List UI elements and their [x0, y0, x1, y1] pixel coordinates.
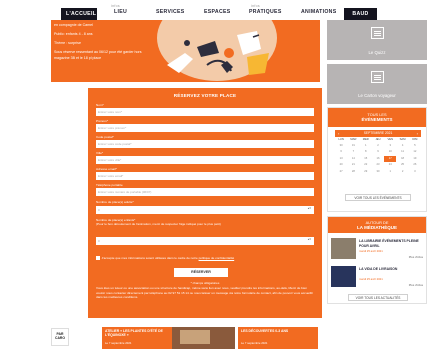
next-month-icon[interactable]: › [417, 130, 418, 137]
partner-logo: PAR CARO [51, 328, 69, 346]
media-heading-line2: LA MÉDIATHÈQUE [357, 225, 397, 230]
media-heading: AUTOUR DE LA MÉDIATHÈQUE [328, 217, 426, 233]
related-event-title: LES DÉCOUVERTES 0-3 ANS [241, 329, 289, 333]
events-widget: TOUS LES ÉVÉNEMENTS ‹ SEPTEMBRE 2021 › L… [327, 107, 427, 212]
adult-seats-label: Nombre de place(s) adulte* [96, 200, 134, 204]
privacy-policy-link[interactable]: politique de confidentialité [199, 256, 235, 260]
calendar-day[interactable]: 28 [347, 169, 359, 176]
required-note: * champs obligatoires [190, 281, 220, 285]
event-line: Thème : surprise [54, 41, 81, 45]
child-seats-stepper[interactable]: 0 [96, 237, 314, 245]
media-item-more-link[interactable]: Plus d'infos [409, 283, 423, 287]
calendar-header: ‹ SEPTEMBRE 2021 › [335, 130, 421, 137]
media-item-title: LA LIBRAIRIE ÉVÉNEMENTS PLEINE POUR AVRI… [359, 239, 419, 248]
events-heading-line2: ÉVÉNEMENTS [361, 117, 393, 122]
related-event-card[interactable]: LES DÉCOUVERTES 0-3 ANS Le 7 septembre 2… [238, 327, 318, 349]
quizz-label: Le Quizz [368, 50, 386, 55]
nav-accueil[interactable]: L'ACCUEIL [61, 8, 97, 20]
media-thumbnail [331, 266, 356, 287]
related-event-image[interactable] [172, 327, 235, 349]
calendar-day[interactable]: 1 [384, 169, 396, 176]
reservation-form: RÉSERVEZ VOTRE PLACE Nom* Entrez votre n… [88, 88, 322, 318]
phone-label: Téléphone portable [96, 183, 123, 187]
related-event-title: ATELIER « LES PLANTES D'ÉTÉ DE L'ÉQUINOX… [105, 329, 163, 338]
carton-label: Le Carton voyageur [358, 93, 396, 98]
media-widget: AUTOUR DE LA MÉDIATHÈQUE LA LIBRAIRIE ÉV… [327, 216, 427, 304]
quizz-icon [371, 27, 384, 39]
calendar-grid: LUN MAR MER JEU VEN SAM DIM 30 31 1 2 3 4 5 6 7 8 9 10 11 12… [335, 137, 421, 175]
consent-text: J'accepte que mes informations soient ut… [101, 256, 199, 260]
all-events-button[interactable]: VOIR TOUS LES ÉVÉNEMENTS [345, 194, 411, 201]
media-item-title: LA VIDA DE LIVRAISON [359, 267, 398, 271]
event-line: Sous réserve ressentant au 06/12 pour ét… [54, 50, 142, 60]
events-heading: TOUS LES ÉVÉNEMENTS [328, 108, 426, 127]
nav-espaces[interactable]: ESPACES [204, 9, 231, 15]
phone-input[interactable]: Entrez votre numéro de portable (06/07) [96, 188, 314, 196]
postal-code-label: Code postal* [96, 135, 114, 139]
calendar-day[interactable]: 3 [409, 169, 421, 176]
first-name-input[interactable]: Entrez votre prénom* [96, 124, 314, 132]
calendar-month: SEPTEMBRE 2021 [363, 131, 393, 135]
form-title: RÉSERVEZ VOTRE PLACE [173, 93, 237, 98]
consent-checkbox[interactable] [96, 256, 100, 260]
calendar-day[interactable]: 29 [360, 169, 372, 176]
consent-checkbox-row[interactable]: J'accepte que mes informations soient ut… [96, 256, 234, 260]
all-news-button[interactable]: VOIR TOUS LES ACTUALITÉS [348, 294, 408, 301]
reserve-button[interactable]: RÉSERVER [174, 268, 228, 277]
nav-pratiques-label: PRATIQUES [249, 9, 282, 15]
event-info: en compagnie de Camel Public: enfants 4 … [54, 22, 154, 64]
nav-baud[interactable]: BAUD [344, 8, 377, 20]
nav-animations[interactable]: ANIMATIONS [301, 9, 336, 15]
illustration-art [167, 31, 269, 75]
nav-pratiques[interactable]: infos PRATIQUES [249, 4, 282, 15]
adult-seats-stepper[interactable]: 0 [96, 206, 314, 214]
main-nav: L'ACCUEIL infos LIEU SERVICES ESPACES inf… [0, 0, 441, 20]
email-input[interactable]: Entrez votre email* [96, 172, 314, 180]
nav-services[interactable]: SERVICES [156, 9, 185, 15]
postal-code-input[interactable]: Entrez votre code postal* [96, 140, 314, 148]
related-events: PAR CARO ATELIER « LES PLANTES D'ÉTÉ DE … [0, 324, 441, 349]
child-seats-label: Nombre de place(s) enfants* (Pour le bon… [96, 218, 221, 227]
media-item-date: mardi 25 avril 2021 [359, 249, 383, 253]
last-name-label: Nom* [96, 103, 104, 107]
email-label: Adresse email* [96, 167, 117, 171]
city-input[interactable]: Entrez votre ville* [96, 156, 314, 164]
media-item[interactable]: LA VIDA DE LIVRAISON mardi 25 avril 2021… [331, 266, 425, 290]
form-disclaimer: Vous êtes un tuteur ou une association o… [96, 286, 314, 300]
event-line: en compagnie de Camel [54, 23, 93, 27]
calendar-day[interactable]: 2 [396, 169, 408, 176]
nav-lieu-label: LIEU [114, 9, 128, 15]
nav-pratiques-sup: infos [251, 4, 260, 8]
first-name-label: Prénom* [96, 119, 109, 123]
calendar-day[interactable]: 30 [372, 169, 384, 176]
calendar: ‹ SEPTEMBRE 2021 › LUN MAR MER JEU VEN SAM DIM… [335, 130, 421, 189]
media-item-more-link[interactable]: Plus d'infos [409, 255, 423, 259]
carton-icon [371, 71, 384, 83]
media-thumbnail [331, 238, 356, 259]
related-event-date: Le 7 septembre 2021 [105, 341, 132, 345]
event-banner: en compagnie de Camel Public: enfants 4 … [51, 20, 320, 82]
last-name-input[interactable]: Entrez votre nom* [96, 108, 314, 116]
event-illustration [157, 20, 277, 81]
quizz-card[interactable]: Le Quizz [327, 20, 427, 60]
calendar-day[interactable]: 27 [335, 169, 347, 176]
related-event-date: Le 7 septembre 2021 [241, 341, 268, 345]
carton-card[interactable]: Le Carton voyageur [327, 64, 427, 104]
prev-month-icon[interactable]: ‹ [338, 130, 339, 137]
city-label: Ville* [96, 151, 103, 155]
nav-lieu-sup: infos [111, 4, 120, 8]
media-item[interactable]: LA LIBRAIRIE ÉVÉNEMENTS PLEINE POUR AVRI… [331, 238, 425, 262]
nav-lieu[interactable]: infos LIEU [111, 4, 128, 15]
media-item-date: mardi 25 avril 2021 [359, 277, 383, 281]
event-line: Public: enfants 4 - 8 ans [54, 32, 93, 36]
